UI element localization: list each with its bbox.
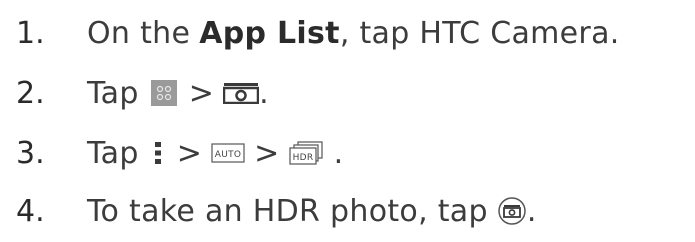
shutter-button-icon (497, 196, 527, 226)
auto-scene-icon: AUTO (211, 143, 245, 163)
auto-label: AUTO (215, 150, 242, 160)
app-list-label: App List (199, 15, 340, 51)
step-number: 2. (16, 75, 45, 111)
more-options-icon (151, 140, 165, 166)
separator: > (176, 135, 203, 171)
step-number: 1. (16, 15, 45, 51)
hdr-label: HDR (292, 153, 313, 163)
instruction-steps: 1. On the App List , tap HTC Camera. 2. … (0, 0, 695, 242)
camera-mode-grid-icon (150, 80, 177, 106)
step-end: . (259, 75, 269, 111)
separator: > (188, 75, 215, 111)
hdr-scene-icon: HDR (288, 141, 325, 165)
step-text-before: Tap (87, 75, 139, 111)
step-text-main: To take an HDR photo, tap (87, 193, 488, 229)
step-end: . (526, 193, 537, 229)
step-number: 4. (16, 193, 45, 229)
step-end: . (333, 135, 344, 171)
step-text-before: Tap (87, 135, 139, 171)
step-text-before: On the (87, 15, 191, 51)
step-text: Tap > AUTO > HDR . (87, 136, 343, 171)
step-number: 3. (16, 135, 45, 171)
step-text: Tap > . (87, 76, 269, 111)
step-text: On the App List , tap HTC Camera. (87, 16, 620, 51)
step-text: To take an HDR photo, tap . (87, 194, 537, 229)
separator: > (254, 135, 280, 171)
photo-camera-mode-icon (223, 82, 260, 104)
step-text-after: , tap HTC Camera. (339, 15, 620, 51)
